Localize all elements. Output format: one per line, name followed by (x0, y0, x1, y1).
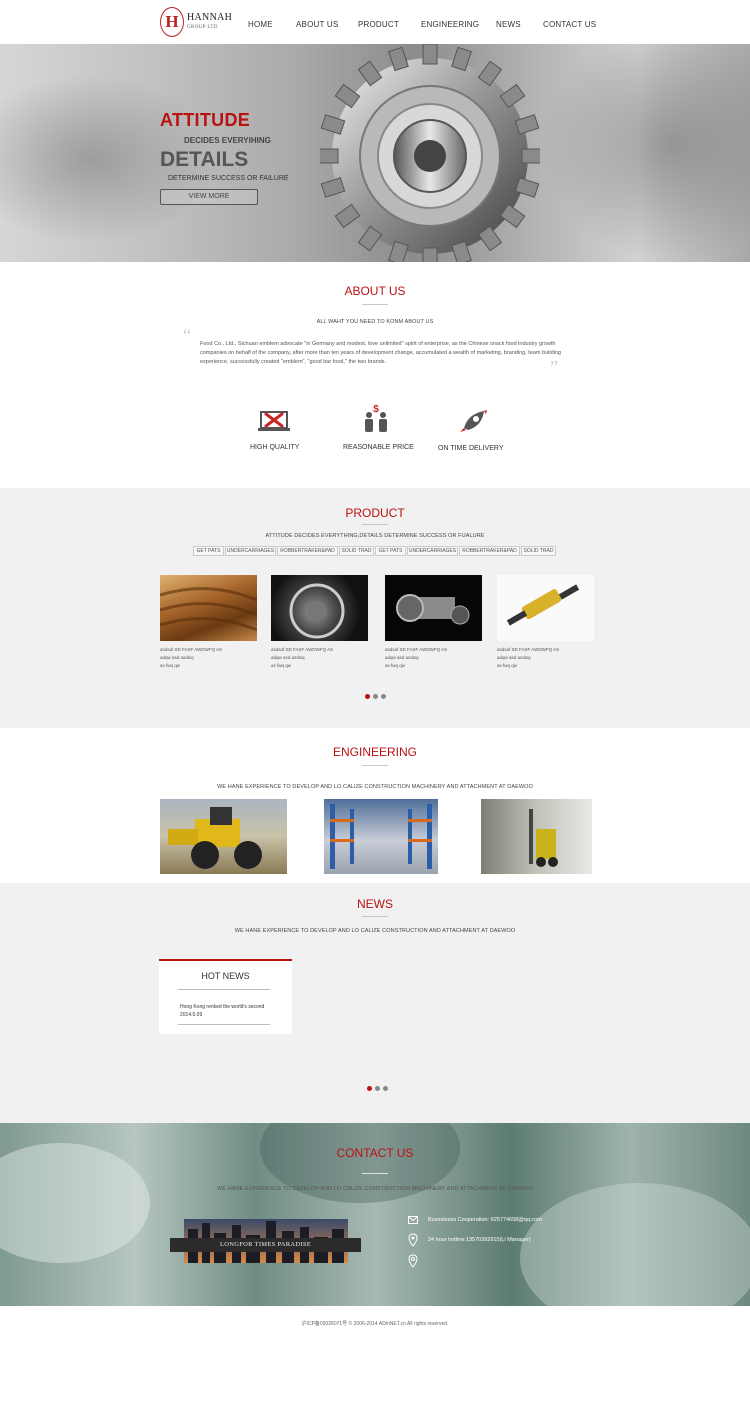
footer-copyright: 沪ICP备05026071号 © 2006-2014 ADinNET.cn Al… (301, 1321, 449, 1327)
location-icon (408, 1233, 418, 1247)
nav-contact-us[interactable]: CONTACT US (543, 20, 596, 29)
hot-news-card: HOT NEWS Hong Kong renked the world's se… (159, 959, 292, 1034)
hot-news-divider (178, 1024, 270, 1025)
about-text: Food Co., Ltd., Sichuan emblem advocate … (200, 341, 561, 365)
tab-robbertraker-pad-2[interactable]: ROBBERTRAKER&PAD (459, 546, 520, 556)
hero-background-blur (540, 44, 750, 262)
nav-home[interactable]: HOME (248, 20, 273, 29)
news-subtitle: WE HANE EXPERIENCE TO DEVELOP AND LO CAL… (234, 928, 516, 934)
product-image-engine-part[interactable] (385, 575, 482, 641)
hero-title-attitude: ATTITUDE (160, 110, 251, 130)
news-divider (362, 916, 388, 917)
tab-solid-trad[interactable]: SOLID TRAD (339, 546, 374, 556)
hero-title-details: DETAILS (160, 148, 249, 171)
engineering-title: ENGINEERING (332, 745, 417, 759)
tab-undercarriages-2[interactable]: UNDERCARRIAGES (407, 546, 458, 556)
site-header: H HANNAH GROUP LTD HOME ABOUT US PRODUCT… (0, 0, 750, 44)
engineering-image-warehouse[interactable] (324, 799, 438, 874)
tab-get-pats[interactable]: GET PATS (193, 546, 224, 556)
engineering-divider (362, 765, 388, 766)
product-carousel-dot[interactable] (381, 694, 386, 699)
rocket-icon (460, 410, 487, 432)
hot-news-headline: Hong Kong renked the world's second (180, 1004, 265, 1010)
product-divider (362, 524, 388, 525)
product-title: PRODUCT (345, 506, 405, 520)
mail-icon (408, 1216, 418, 1224)
city-caption: LONGFOR TIMES PARADISE (170, 1238, 361, 1252)
hot-news-item[interactable]: Hong Kong renked the world's second 2014… (180, 1003, 264, 1019)
news-carousel-dot[interactable] (367, 1086, 372, 1091)
engineering-image-loader[interactable] (160, 799, 287, 874)
news-carousel-dot[interactable] (375, 1086, 380, 1091)
gear-image (320, 44, 540, 262)
quote-close-icon: ” (550, 357, 558, 377)
product-caption-1[interactable]: asdsaf SD FASF AWDWFQ AS adqw asd asdwq … (160, 646, 222, 670)
tab-undercarriages[interactable]: UNDERCARRIAGES (225, 546, 276, 556)
quote-open-icon: “ (183, 325, 191, 345)
hot-news-date: 2014.5.09 (180, 1012, 203, 1018)
about-subtitle: ALL WAHT YOU NEED TO KONM ABOUT US (316, 319, 434, 325)
product-carousel-dot[interactable] (373, 694, 378, 699)
nav-about-us[interactable]: ABOUT US (296, 20, 338, 29)
phone-icon (408, 1254, 418, 1268)
feature-label-delivery: ON TIME DELIVERY (438, 445, 504, 452)
product-image-gears[interactable] (160, 575, 257, 641)
hero-subtitle-2: DETERMINE SUCCESS OR FAILURE (168, 175, 289, 182)
hot-news-divider (178, 989, 270, 990)
product-caption-2[interactable]: asdsaf SD FASF AWDWFQ AS adqw asd asdwq … (271, 646, 333, 670)
engineering-subtitle: WE HANE EXPERIENCE TO DEVELOP AND LO CAL… (217, 784, 533, 790)
contact-subtitle: WE HANE EXPERIENCE TO DEVELOP AND LO CAL… (217, 1186, 533, 1192)
view-more-button[interactable]: VIEW MORE (160, 189, 258, 205)
product-image-yellow-part[interactable] (497, 575, 594, 641)
tab-solid-trad-2[interactable]: SOLID TRAD (521, 546, 556, 556)
contact-section: CONTACT US WE HANE EXPERIENCE TO DEVELOP… (0, 1123, 750, 1306)
hot-news-title: HOT NEWS (201, 971, 250, 981)
product-image-wheel[interactable] (271, 575, 368, 641)
product-caption-3[interactable]: asdsaf SD FASF AWDWFQ AS adqw asd asdwq … (385, 646, 447, 670)
feature-label-quality: HIGH QUALITY (250, 444, 300, 451)
nav-engineering[interactable]: ENGINEERING (421, 20, 479, 29)
news-carousel-dot[interactable] (383, 1086, 388, 1091)
background-blur (520, 1183, 750, 1306)
contact-title: CONTACT US (336, 1146, 414, 1160)
hero-subtitle-1: DECIDES EVERYIHING (184, 136, 271, 145)
logo-name: HANNAH (187, 12, 233, 23)
price-people-icon: $ (365, 404, 387, 432)
background-blur (0, 1143, 150, 1263)
tab-get-pats-2[interactable]: GET PATS (375, 546, 406, 556)
tools-icon (258, 411, 290, 431)
feature-label-price: REASONABLE PRICE (343, 444, 414, 451)
logo-subtitle: GROUP LTD (187, 25, 218, 30)
nav-product[interactable]: PRODUCT (358, 20, 399, 29)
hotline[interactable]: 24 hour hotline:13570392915(Li Manager) (428, 1237, 531, 1243)
logo-emblem: H (160, 7, 184, 37)
main-nav: HOME ABOUT US PRODUCT ENGINEERING NEWS C… (248, 20, 608, 32)
product-subtitle: ATTITUDE DECIDES EVERYTHING,DETAILS DETE… (265, 533, 485, 539)
about-divider (362, 304, 388, 305)
engineering-image-forklift[interactable] (481, 799, 592, 874)
business-email[interactable]: Buessiness Cooperation: 925774658@qq.com (428, 1217, 542, 1223)
hero-banner: ATTITUDE DECIDES EVERYIHING DETAILS DETE… (0, 44, 750, 262)
contact-divider (362, 1173, 388, 1174)
product-carousel-dot[interactable] (365, 694, 370, 699)
logo[interactable]: H HANNAH GROUP LTD (160, 7, 233, 39)
about-title: ABOUT US (344, 284, 406, 298)
svg-text:$: $ (373, 404, 379, 415)
product-caption-4[interactable]: asdsaf SD FASF AWDWFQ AS adqw asd asdwq … (497, 646, 559, 670)
nav-news[interactable]: NEWS (496, 20, 521, 29)
news-title: NEWS (357, 897, 393, 911)
tab-robbertraker-pad[interactable]: ROBBERTRAKER&PAD (277, 546, 338, 556)
